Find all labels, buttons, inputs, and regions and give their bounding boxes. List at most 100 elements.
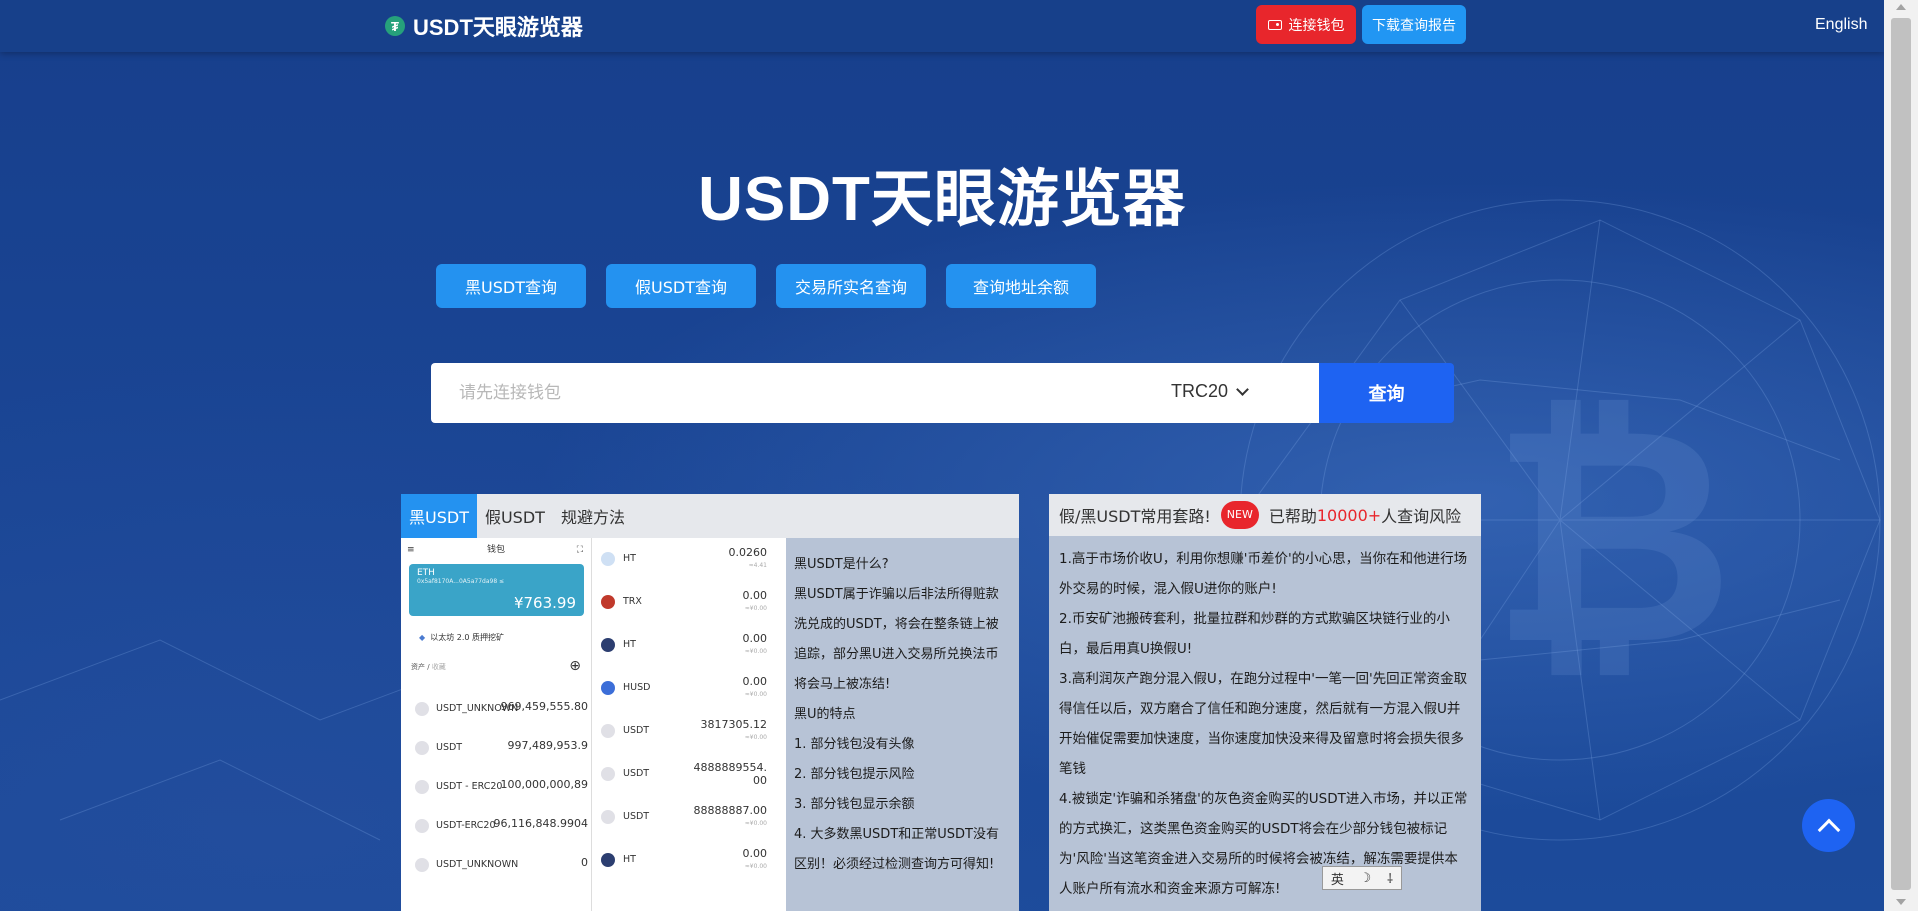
asset-name: USDT: [436, 742, 463, 753]
asset-value: 997,489,953.9: [507, 739, 588, 752]
coin-icon: [415, 702, 429, 716]
wallet-asset-row: USDT 997,489,953.9: [401, 735, 592, 761]
token-row: HT 0.00 ≈¥0.00: [593, 841, 785, 881]
scam-tricks-header: 假/黑USDT常用套路! NEW 已帮助 10000+ 人查询风险: [1049, 494, 1481, 536]
token-row: USDT 88888887.00 ≈¥0.00: [593, 798, 785, 838]
logo-text: USDT天眼游览器: [413, 15, 583, 40]
scroll-down-arrow-icon[interactable]: [1896, 899, 1906, 905]
search-submit-button[interactable]: 查询: [1319, 363, 1454, 423]
black-usdt-query-button[interactable]: 黑USDT查询: [436, 264, 586, 308]
black-usdt-explanation: 黑USDT是什么? 黑USDT属于诈骗以后非法所得赃款洗兑成的USDT，将会在整…: [786, 538, 1019, 911]
asset-name: USDT-ERC20: [436, 820, 496, 831]
helped-suffix: 人查询风险: [1381, 507, 1462, 526]
info-tabs: 黑USDT 假USDT 规避方法: [401, 494, 1019, 538]
scam-tricks-title: 假/黑USDT常用套路!: [1059, 507, 1211, 526]
address-balance-query-button[interactable]: 查询地址余额: [946, 264, 1096, 308]
token-name: USDT: [623, 768, 650, 779]
scam-trick-item: 4.被锁定'诈骗和杀猪盘'的灰色资金购买的USDT进入市场，并以正常的方式换汇，…: [1059, 791, 1468, 897]
ime-lang-label: 英: [1330, 872, 1344, 888]
tab-avoid-methods[interactable]: 规避方法: [553, 494, 633, 538]
coin-icon: [415, 741, 429, 755]
wallet-asset-row: USDT_UNKNOWN 0: [401, 852, 592, 878]
token-name: TRX: [623, 596, 642, 607]
explanation-heading: 黑USDT是什么?: [794, 557, 889, 572]
eth-icon: ◆: [419, 633, 426, 642]
token-fiat: ≈¥0.00: [744, 605, 767, 612]
exchange-realname-query-button[interactable]: 交易所实名查询: [776, 264, 926, 308]
token-name: HT: [623, 854, 636, 865]
scam-tricks-list: 1.高于市场价收U，利用你想赚'币差价'的小心思，当你在和他进行场外交易的时候，…: [1049, 536, 1481, 911]
scroll-up-arrow-icon[interactable]: [1896, 4, 1906, 10]
explanation-desc: 黑USDT属于诈骗以后非法所得赃款洗兑成的USDT，将会在整条链上被追踪，部分黑…: [794, 587, 999, 692]
scam-trick-item: 3.高利润灰产跑分混入假U，在跑分过程中'一笔一回'先回正常资金取得信任以后，双…: [1059, 671, 1468, 777]
wallet-title: 钱包: [486, 545, 505, 555]
coin-icon: [601, 810, 615, 824]
ime-toolbar[interactable]: 英 ☽ ⸸: [1322, 866, 1402, 890]
token-row: HT 0.0260 ≈4.41: [593, 540, 785, 580]
asset-name: USDT_UNKNOWN: [436, 859, 519, 870]
tab-fake-usdt[interactable]: 假USDT: [477, 494, 553, 538]
token-value: 3817305.12: [700, 718, 767, 731]
coin-icon: [601, 681, 615, 695]
token-value: 0.00: [742, 589, 768, 602]
token-value: 0.00: [742, 675, 768, 688]
token-name: HUSD: [623, 682, 651, 693]
token-name: HT: [623, 553, 636, 564]
token-row: USDT 4888889554.00: [593, 755, 785, 795]
ime-settings-icon: ⸸: [1387, 872, 1394, 887]
features-title: 黑U的特点: [794, 707, 856, 722]
assets-tabs: 资产 / 收藏: [411, 663, 446, 671]
asset-value: 0: [581, 856, 588, 869]
chevron-up-icon: [1817, 818, 1840, 841]
address-search-input[interactable]: [431, 363, 1131, 423]
coin-icon: [601, 595, 615, 609]
download-report-button[interactable]: 下载查询报告: [1362, 5, 1466, 44]
coin-icon: [601, 767, 615, 781]
svg-text:₿: ₿: [1490, 362, 1734, 711]
token-fiat: ≈¥0.00: [744, 648, 767, 655]
wallet-card-amount: ¥763.99: [513, 594, 576, 612]
language-switch[interactable]: English: [1815, 16, 1867, 34]
wallet-card-address: 0x5af8170A...0A5a77da98 ≤: [417, 578, 505, 585]
tab-black-usdt[interactable]: 黑USDT: [401, 494, 477, 538]
token-value: 4888889554.00: [693, 761, 767, 787]
coin-icon: [415, 858, 429, 872]
token-name: USDT: [623, 725, 650, 736]
scroll-to-top-button[interactable]: [1802, 799, 1855, 852]
asset-value: 100,000,000,89: [500, 778, 588, 791]
stake-row: ◆ 以太坊 2.0 质押挖矿: [419, 632, 504, 643]
token-fiat: ≈¥0.00: [744, 863, 767, 870]
token-fiat: ≈4.41: [748, 562, 767, 569]
scrollbar-thumb[interactable]: [1891, 18, 1911, 890]
asset-value: 96,116,848.9904: [493, 817, 588, 830]
coin-icon: [415, 780, 429, 794]
wallet-asset-row: USDT-ERC20 96,116,848.9904: [401, 813, 592, 839]
scam-trick-item: 1.高于市场价收U，利用你想赚'币差价'的小心思，当你在和他进行场外交易的时候，…: [1059, 551, 1468, 597]
chevron-down-icon: [1236, 382, 1249, 396]
scam-trick-item: 2.币安矿池搬砖套利，批量拉群和炒群的方式欺骗区块链行业的小白，最后用真U换假U…: [1059, 611, 1450, 657]
logo[interactable]: ₮ USDT天眼游览器: [385, 10, 583, 42]
token-row: TRX 0.00 ≈¥0.00: [593, 583, 785, 623]
connect-wallet-button[interactable]: 连接钱包: [1256, 5, 1356, 44]
coin-icon: [601, 724, 615, 738]
token-row: HT 0.00 ≈¥0.00: [593, 626, 785, 666]
fake-usdt-query-button[interactable]: 假USDT查询: [606, 264, 756, 308]
wallet-icon: [1267, 19, 1282, 30]
wallet-screenshot-1: ≡ 钱包 ⛶ ETH 0x5af8170A...0A5a77da98 ≤ ¥76…: [401, 538, 592, 911]
feature-item: 4. 大多数黑USDT和正常USDT没有区别！必须经过检测查询方可得知!: [794, 827, 999, 872]
wallet-screenshot-2: HT 0.0260 ≈4.41 TRX 0.00 ≈¥0.00 HT 0.00 ≈¥0.00…: [593, 538, 785, 911]
wallet-asset-row: USDT - ERC20 100,000,000,89: [401, 774, 592, 800]
stake-label: 以太坊 2.0 质押挖矿: [430, 633, 505, 642]
wallet-asset-row: USDT_UNKNOWN 969,459,555.80: [401, 696, 592, 722]
search-bar: TRC20: [431, 363, 1319, 423]
wallet-card-chain: ETH: [417, 568, 435, 578]
feature-item: 1. 部分钱包没有头像: [794, 737, 915, 752]
usdt-info-panel: 黑USDT 假USDT 规避方法 ≡ 钱包 ⛶ ETH 0x5af8170A..…: [401, 494, 1019, 911]
scan-icon: ⛶: [576, 545, 583, 555]
chain-select-dropdown[interactable]: TRC20: [1171, 381, 1249, 402]
page-scrollbar[interactable]: [1884, 0, 1918, 911]
new-badge: NEW: [1220, 501, 1259, 529]
token-fiat: ≈¥0.00: [744, 734, 767, 741]
token-row: HUSD 0.00 ≈¥0.00: [593, 669, 785, 709]
asset-value: 969,459,555.80: [500, 700, 588, 713]
